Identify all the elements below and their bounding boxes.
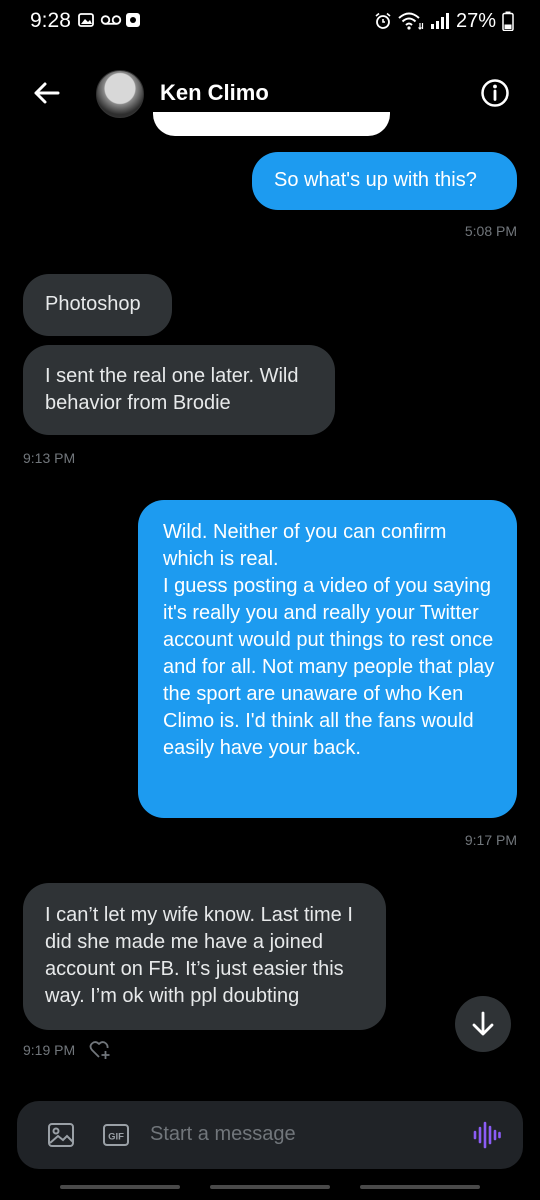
- contact-name[interactable]: Ken Climo: [160, 80, 269, 106]
- gallery-icon: [78, 13, 94, 27]
- gif-label: GIF: [108, 1132, 124, 1143]
- arrow-down-icon: [472, 1011, 494, 1036]
- message-timestamp: 9:13 PM: [23, 450, 76, 466]
- sent-message-bubble[interactable]: Wild. Neither of you can confirm which i…: [138, 500, 517, 818]
- battery-percent: 27%: [455, 9, 496, 32]
- received-message-bubble[interactable]: I can’t let my wife know. Last time I di…: [23, 883, 386, 1030]
- scroll-to-bottom-button[interactable]: [455, 996, 511, 1052]
- battery-icon: [502, 11, 514, 31]
- sent-message-bubble[interactable]: So what's up with this?: [252, 152, 517, 210]
- back-arrow-icon[interactable]: [30, 76, 64, 110]
- message-timestamp: 9:19 PM: [23, 1042, 76, 1058]
- nav-recents-indicator: [60, 1185, 180, 1189]
- app-notification-icon: [126, 13, 140, 27]
- status-time: 9:28: [30, 9, 71, 32]
- gif-icon[interactable]: GIF: [102, 1121, 130, 1149]
- status-right: 27%: [374, 9, 514, 33]
- contact-avatar[interactable]: [96, 70, 144, 118]
- alarm-icon: [375, 12, 391, 29]
- voice-message-icon[interactable]: [472, 1120, 502, 1150]
- message-input[interactable]: Start a message: [150, 1123, 296, 1146]
- image-icon[interactable]: [47, 1121, 75, 1149]
- signal-icon: [430, 13, 449, 29]
- message-composer: GIF Start a message: [17, 1101, 523, 1169]
- message-timestamp: 9:17 PM: [464, 832, 517, 848]
- received-message-bubble[interactable]: I sent the real one later. Wild behavior…: [23, 345, 335, 435]
- nav-home-indicator: [210, 1185, 330, 1189]
- add-reaction-icon[interactable]: [89, 1040, 111, 1060]
- nav-back-indicator: [360, 1185, 480, 1189]
- received-message-bubble[interactable]: Photoshop: [23, 274, 172, 336]
- previous-media-message[interactable]: [153, 112, 390, 136]
- info-icon[interactable]: [480, 78, 510, 108]
- wifi-icon: [398, 12, 424, 30]
- status-bar: 9:28 27%: [0, 0, 540, 44]
- voicemail-icon: [100, 15, 122, 25]
- message-timestamp: 5:08 PM: [464, 223, 517, 239]
